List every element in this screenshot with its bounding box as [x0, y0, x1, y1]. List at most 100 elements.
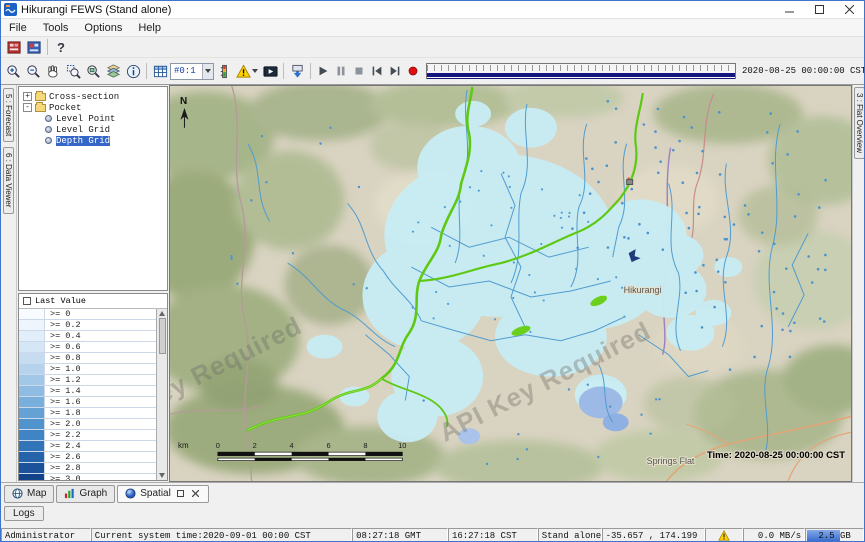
pan-hand-icon[interactable]: [43, 61, 63, 81]
legend-row[interactable]: >= 2.8: [19, 463, 156, 474]
menu-item-tools[interactable]: Tools: [35, 21, 77, 35]
folder-icon: [35, 104, 46, 112]
zoom-out-icon[interactable]: [23, 61, 43, 81]
minimize-button[interactable]: [774, 1, 804, 18]
menu-item-file[interactable]: File: [1, 21, 35, 35]
status-local-time: 16:27:18 CST: [448, 528, 538, 542]
legend-row[interactable]: >= 0.8: [19, 353, 156, 364]
warning-icon: [718, 530, 730, 541]
close-tab-icon[interactable]: [190, 488, 201, 499]
legend-label: >= 3.0: [45, 474, 81, 480]
scale-tick-label: 8: [363, 441, 367, 450]
place-label-springs-flat: Springs Flat: [647, 456, 695, 466]
chart-icon: [64, 488, 75, 499]
title-bar[interactable]: Hikurangi FEWS (Stand alone): [1, 1, 864, 19]
stop-button[interactable]: [350, 61, 368, 81]
tree-node-level-point[interactable]: Level Point: [19, 113, 167, 124]
combo-caret-icon[interactable]: [202, 64, 213, 79]
download-profile-icon[interactable]: [287, 61, 307, 81]
legend-row[interactable]: >= 1.2: [19, 375, 156, 386]
explorer-icon[interactable]: [24, 37, 44, 57]
tab-forecast[interactable]: 5 : Forecast: [3, 88, 14, 142]
grid-display-icon[interactable]: [150, 61, 170, 81]
legend-row[interactable]: >= 1.0: [19, 364, 156, 375]
legend-row[interactable]: >= 2.4: [19, 441, 156, 452]
collapse-icon[interactable]: -: [23, 103, 32, 112]
gauge-icon[interactable]: [214, 61, 234, 81]
classbreak-combo[interactable]: #0:1: [170, 63, 214, 80]
tree-node-label-selected[interactable]: Depth Grid: [56, 136, 110, 146]
skip-start-button[interactable]: [368, 61, 386, 81]
tab-spatial[interactable]: Spatial: [117, 485, 209, 503]
folder-icon: [35, 93, 46, 101]
zoom-in-icon[interactable]: [3, 61, 23, 81]
legend-color-swatch: [19, 342, 45, 352]
logs-button[interactable]: Logs: [4, 506, 44, 521]
legend-row[interactable]: >= 1.4: [19, 386, 156, 397]
close-button[interactable]: [834, 1, 864, 18]
legend-row[interactable]: >= 0.6: [19, 342, 156, 353]
status-memory: 2.5 GB: [805, 528, 864, 542]
legend-row[interactable]: >= 3.0: [19, 474, 156, 480]
tree-node-label[interactable]: Level Point: [56, 114, 115, 124]
zoom-region-icon[interactable]: [63, 61, 83, 81]
animation-icon[interactable]: [260, 61, 280, 81]
skip-end-button[interactable]: [386, 61, 404, 81]
legend-scrollbar[interactable]: [156, 309, 167, 480]
layers-icon[interactable]: [103, 61, 123, 81]
tree-node-label[interactable]: Cross-section: [49, 92, 119, 102]
scroll-thumb[interactable]: [159, 318, 166, 354]
play-button[interactable]: [314, 61, 332, 81]
tab-map[interactable]: Map: [4, 485, 54, 503]
map-viewport[interactable]: API Key Required API Key Required Hikura…: [169, 85, 852, 482]
maximize-button[interactable]: [804, 1, 834, 18]
legend-row[interactable]: >= 0: [19, 309, 156, 320]
legend-label: >= 1.4: [45, 386, 81, 396]
toolbar-separator: [310, 63, 311, 79]
timeline-slider[interactable]: [426, 63, 736, 79]
legend-color-swatch: [19, 375, 45, 385]
toolbar-separator: [146, 63, 147, 79]
pause-button[interactable]: [332, 61, 350, 81]
undock-tab-icon[interactable]: [175, 488, 186, 499]
legend-color-swatch: [19, 309, 45, 319]
status-bar: Administrator Current system time:2020-0…: [1, 528, 864, 542]
forecast-manager-icon[interactable]: [4, 37, 24, 57]
status-warning-cell[interactable]: [705, 528, 743, 542]
tab-data-viewer[interactable]: 6 : Data Viewer: [3, 147, 14, 214]
scroll-up-icon[interactable]: [159, 311, 165, 316]
zoom-extent-icon[interactable]: [83, 61, 103, 81]
info-icon[interactable]: [123, 61, 143, 81]
legend-rows: >= 0>= 0.2>= 0.4>= 0.6>= 0.8>= 1.0>= 1.2…: [19, 309, 167, 480]
scroll-down-icon[interactable]: [159, 473, 165, 478]
expand-icon[interactable]: +: [23, 92, 32, 101]
menu-item-options[interactable]: Options: [76, 21, 130, 35]
legend-row[interactable]: >= 2.6: [19, 452, 156, 463]
legend-row[interactable]: >= 0.2: [19, 320, 156, 331]
legend-row[interactable]: >= 1.8: [19, 408, 156, 419]
legend-color-swatch: [19, 441, 45, 451]
tree-node-cross-section[interactable]: + Cross-section: [19, 91, 167, 102]
record-button[interactable]: [404, 61, 422, 81]
tab-spatial-label: Spatial: [140, 488, 171, 499]
menu-item-help[interactable]: Help: [130, 21, 169, 35]
legend-row[interactable]: >= 2.2: [19, 430, 156, 441]
tree-node-level-grid[interactable]: Level Grid: [19, 124, 167, 135]
help-button[interactable]: ?: [51, 40, 71, 55]
legend-row[interactable]: >= 0.4: [19, 331, 156, 342]
last-value-checkbox[interactable]: [23, 297, 31, 305]
tab-map-label: Map: [27, 488, 46, 499]
legend-label: >= 1.8: [45, 408, 81, 418]
thresholds-warning-icon[interactable]: [234, 61, 260, 81]
legend-row[interactable]: >= 2.0: [19, 419, 156, 430]
tree-node-depth-grid[interactable]: Depth Grid: [19, 135, 167, 146]
legend-row[interactable]: >= 1.6: [19, 397, 156, 408]
tree-node-pocket[interactable]: - Pocket: [19, 102, 167, 113]
legend-label: >= 0.4: [45, 331, 81, 341]
legend-color-swatch: [19, 353, 45, 363]
tree-node-label[interactable]: Pocket: [49, 103, 81, 113]
status-gmt-time: 08:27:18 GMT: [352, 528, 448, 542]
tree-node-label[interactable]: Level Grid: [56, 125, 110, 135]
tab-flat-overview[interactable]: 3 : Flat Overview: [854, 87, 865, 159]
tab-graph[interactable]: Graph: [56, 485, 115, 503]
